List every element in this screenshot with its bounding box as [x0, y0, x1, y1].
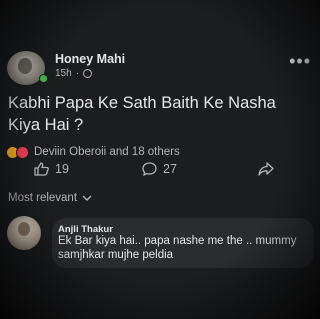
- post-time[interactable]: 15h: [55, 68, 72, 79]
- chevron-down-icon: [82, 195, 92, 201]
- comment-count: 27: [163, 162, 177, 176]
- post-header: Honey Mahi 15h · •••: [0, 46, 320, 86]
- post-meta: 15h ·: [55, 68, 93, 79]
- sort-label: Most relevant: [8, 192, 78, 204]
- online-status-dot: [39, 74, 48, 83]
- dot-separator: ·: [75, 68, 80, 79]
- comments-sort-dropdown[interactable]: Most relevant: [8, 192, 92, 204]
- like-count: 19: [55, 162, 69, 176]
- like-icon: [34, 162, 49, 176]
- comment-text: Ek Bar kiya hai.. papa nashe me the .. m…: [58, 235, 297, 261]
- comment-button[interactable]: 27: [142, 162, 177, 176]
- like-button[interactable]: 19: [34, 162, 69, 176]
- love-reaction-icon: [16, 145, 29, 159]
- post-text: Kabhi Papa Ke Sath Baith Ke Nasha Kiya H…: [8, 94, 276, 134]
- globe-icon: [83, 69, 93, 78]
- comment-author-avatar[interactable]: [7, 216, 41, 250]
- post-actions: 19 27: [0, 162, 320, 186]
- share-icon: [258, 162, 274, 176]
- more-icon[interactable]: •••: [289, 52, 311, 70]
- reactions-bar[interactable]: Deviin Oberoii and 18 others: [6, 145, 180, 159]
- share-button[interactable]: [258, 162, 274, 176]
- reactions-summary[interactable]: Deviin Oberoii and 18 others: [34, 146, 180, 158]
- post-author-name[interactable]: Honey Mahi: [55, 52, 125, 66]
- comment-icon: [142, 162, 157, 176]
